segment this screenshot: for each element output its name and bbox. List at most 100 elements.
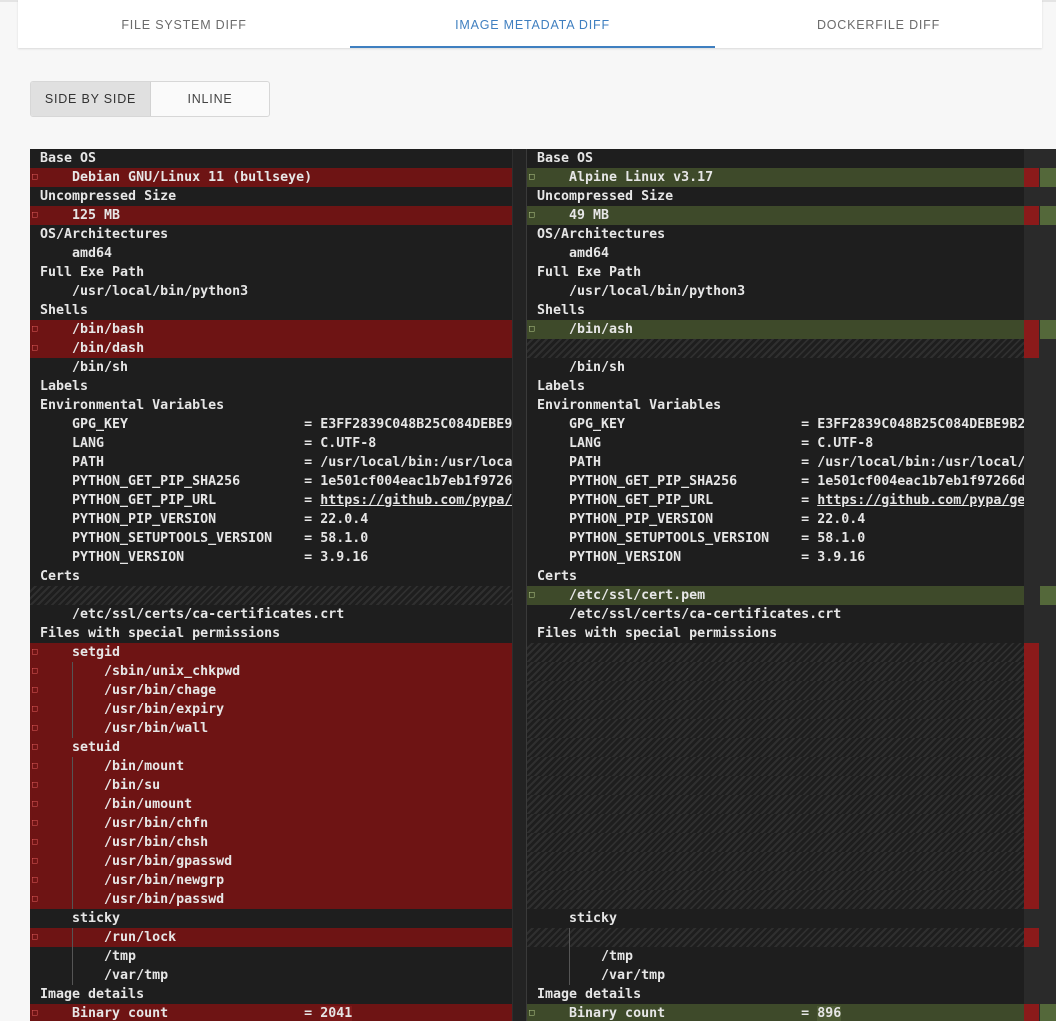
overview-ruler-mark bbox=[1024, 852, 1039, 871]
diff-line: Image details bbox=[527, 985, 1024, 1004]
overview-ruler-mark bbox=[1024, 1004, 1039, 1021]
diff-line-text: Base OS bbox=[40, 151, 97, 166]
diff-line-text: /bin/sh bbox=[537, 360, 626, 375]
url-link[interactable]: https://github.com/pypa/get-pip/raw/get-… bbox=[817, 493, 1024, 508]
diff-line-text: /usr/bin/passwd bbox=[40, 892, 225, 907]
overview-ruler-mark bbox=[1040, 168, 1056, 187]
diff-line-text: Certs bbox=[537, 569, 578, 584]
changed-value-highlight: 2041 bbox=[320, 1006, 353, 1021]
diff-line-text: Base OS bbox=[537, 151, 594, 166]
diff-line: □ /run/lock bbox=[30, 928, 526, 947]
modified-pane[interactable]: Base OS □ Alpine Linux v3.17 Uncompressed … bbox=[527, 149, 1024, 1021]
tab-image-metadata-diff[interactable]: IMAGE METADATA DIFF bbox=[350, 0, 715, 48]
diff-line: PYTHON_GET_PIP_URL = https://github.com/… bbox=[30, 491, 526, 510]
diff-marker-icon: □ bbox=[32, 685, 38, 695]
diff-line-text: /usr/local/bin/python3 bbox=[40, 284, 249, 299]
diff-line-text: /bin/sh bbox=[40, 360, 129, 375]
diff-marker-icon: □ bbox=[529, 172, 535, 182]
overview-ruler-mark bbox=[1024, 719, 1039, 738]
diff-line-text: /bin/su bbox=[40, 778, 161, 793]
diff-line: PYTHON_VERSION = 3.9.16 bbox=[527, 548, 1024, 567]
tab-file-system-diff[interactable]: FILE SYSTEM DIFF bbox=[18, 0, 350, 48]
diff-line-text: sticky bbox=[40, 911, 121, 926]
diff-line-text: OS/Architectures bbox=[537, 227, 666, 242]
diff-line: □ Binary count = 896 bbox=[527, 1004, 1024, 1021]
diff-line-text: /etc/ssl/cert.pem bbox=[537, 588, 706, 603]
diff-line-text: /usr/bin/expiry bbox=[40, 702, 225, 717]
overview-ruler-mark bbox=[1040, 1004, 1056, 1021]
diff-line: /var/tmp bbox=[527, 966, 1024, 985]
diff-line: Uncompressed Size bbox=[527, 187, 1024, 206]
diff-line: OS/Architectures bbox=[527, 225, 1024, 244]
diff-line: PATH = /usr/local/bin:/usr/local/sbin:/u… bbox=[30, 453, 526, 472]
diff-line: /tmp bbox=[30, 947, 526, 966]
diff-line: /usr/local/bin/python3 bbox=[527, 282, 1024, 301]
overview-ruler-mark bbox=[1040, 206, 1056, 225]
tab-dockerfile-diff[interactable]: DOCKERFILE DIFF bbox=[715, 0, 1042, 48]
diff-line-text: LANG = C.UTF-8 bbox=[40, 436, 377, 451]
diff-line: /etc/ssl/certs/ca-certificates.crt bbox=[527, 605, 1024, 624]
diff-line-text: PYTHON_VERSION = 3.9.16 bbox=[537, 550, 866, 565]
diff-line-text: PATH = /usr/local/bin:/usr/local/sbin:/u… bbox=[72, 455, 526, 470]
side-by-side-button[interactable]: SIDE BY SIDE bbox=[31, 82, 151, 116]
diff-line-text: /sbin/unix_chkpwd bbox=[40, 664, 241, 679]
original-pane-scrollbar[interactable] bbox=[512, 149, 527, 1021]
diff-line-text: /usr/bin/chfn bbox=[40, 816, 209, 831]
diff-filler-row bbox=[527, 890, 1024, 909]
diff-line: □ /bin/mount bbox=[30, 757, 526, 776]
diff-line: sticky bbox=[527, 909, 1024, 928]
diff-line: □ /bin/umount bbox=[30, 795, 526, 814]
diff-line: □ Binary count = 2041 bbox=[30, 1004, 526, 1021]
diff-line-text: Labels bbox=[40, 379, 89, 394]
overview-ruler-mark bbox=[1040, 320, 1056, 339]
inline-button[interactable]: INLINE bbox=[151, 82, 269, 116]
diff-marker-icon: □ bbox=[32, 210, 38, 220]
diff-filler-row bbox=[527, 852, 1024, 871]
diff-marker-icon: □ bbox=[32, 324, 38, 334]
diff-line: □ /usr/bin/expiry bbox=[30, 700, 526, 719]
diff-line-text: Environmental Variables bbox=[537, 398, 722, 413]
diff-filler-row bbox=[527, 814, 1024, 833]
diff-line: Environmental Variables bbox=[30, 396, 526, 415]
active-tab-indicator bbox=[350, 46, 715, 48]
diff-line-text: /bin/umount bbox=[40, 797, 193, 812]
diff-marker-icon: □ bbox=[32, 856, 38, 866]
diff-line: /bin/sh bbox=[527, 358, 1024, 377]
diff-line-text: PYTHON_PIP_VERSION = 22.0.4 bbox=[40, 512, 369, 527]
diff-filler-row bbox=[527, 757, 1024, 776]
diff-line-text: setuid bbox=[40, 740, 121, 755]
diff-line-text: Image details bbox=[40, 987, 145, 1002]
diff-filler-row bbox=[527, 776, 1024, 795]
diff-line-text: /usr/bin/gpasswd bbox=[40, 854, 233, 869]
diff-line-text: PYTHON_PIP_VERSION = 22.0.4 bbox=[537, 512, 866, 527]
diff-line-text: setgid bbox=[40, 645, 121, 660]
diff-filler-row bbox=[527, 738, 1024, 757]
diff-line-text: OS/Architectures bbox=[40, 227, 169, 242]
diff-line: □ 49 MB bbox=[527, 206, 1024, 225]
diff-line-text: GPG_KEY = E3FF2839C048B25C084DEBE9B26995… bbox=[72, 417, 526, 432]
diff-filler-row bbox=[527, 339, 1024, 358]
changed-value-highlight: 896 bbox=[817, 1006, 842, 1021]
diff-line: sticky bbox=[30, 909, 526, 928]
diff-editor[interactable]: Base OS □ Debian GNU/Linux 11 (bullseye) U… bbox=[30, 149, 1056, 1021]
diff-line: PYTHON_PIP_VERSION = 22.0.4 bbox=[527, 510, 1024, 529]
overview-ruler-mark bbox=[1024, 795, 1039, 814]
diff-line-text: PYTHON_VERSION = 3.9.16 bbox=[40, 550, 369, 565]
diff-line-text: /bin/dash bbox=[40, 341, 145, 356]
diff-line-text: /bin/mount bbox=[40, 759, 185, 774]
diff-line: LANG = C.UTF-8 bbox=[30, 434, 526, 453]
diff-line: □ /etc/ssl/cert.pem bbox=[527, 586, 1024, 605]
diff-line: □ /usr/bin/newgrp bbox=[30, 871, 526, 890]
url-link[interactable]: https://github.com/pypa/get-pip/raw/get-… bbox=[320, 493, 526, 508]
diff-line: □ 125 MB bbox=[30, 206, 526, 225]
diff-line: □ /bin/dash bbox=[30, 339, 526, 358]
overview-ruler-mark bbox=[1024, 339, 1039, 358]
diff-line-text: Environmental Variables bbox=[40, 398, 225, 413]
diff-line: □ /usr/bin/gpasswd bbox=[30, 852, 526, 871]
diff-line: □ /bin/su bbox=[30, 776, 526, 795]
original-pane[interactable]: Base OS □ Debian GNU/Linux 11 (bullseye) U… bbox=[30, 149, 526, 1021]
overview-ruler[interactable] bbox=[1024, 149, 1056, 1021]
diff-line: /var/tmp bbox=[30, 966, 526, 985]
diff-marker-icon: □ bbox=[32, 1008, 38, 1018]
overview-ruler-mark bbox=[1024, 928, 1039, 947]
